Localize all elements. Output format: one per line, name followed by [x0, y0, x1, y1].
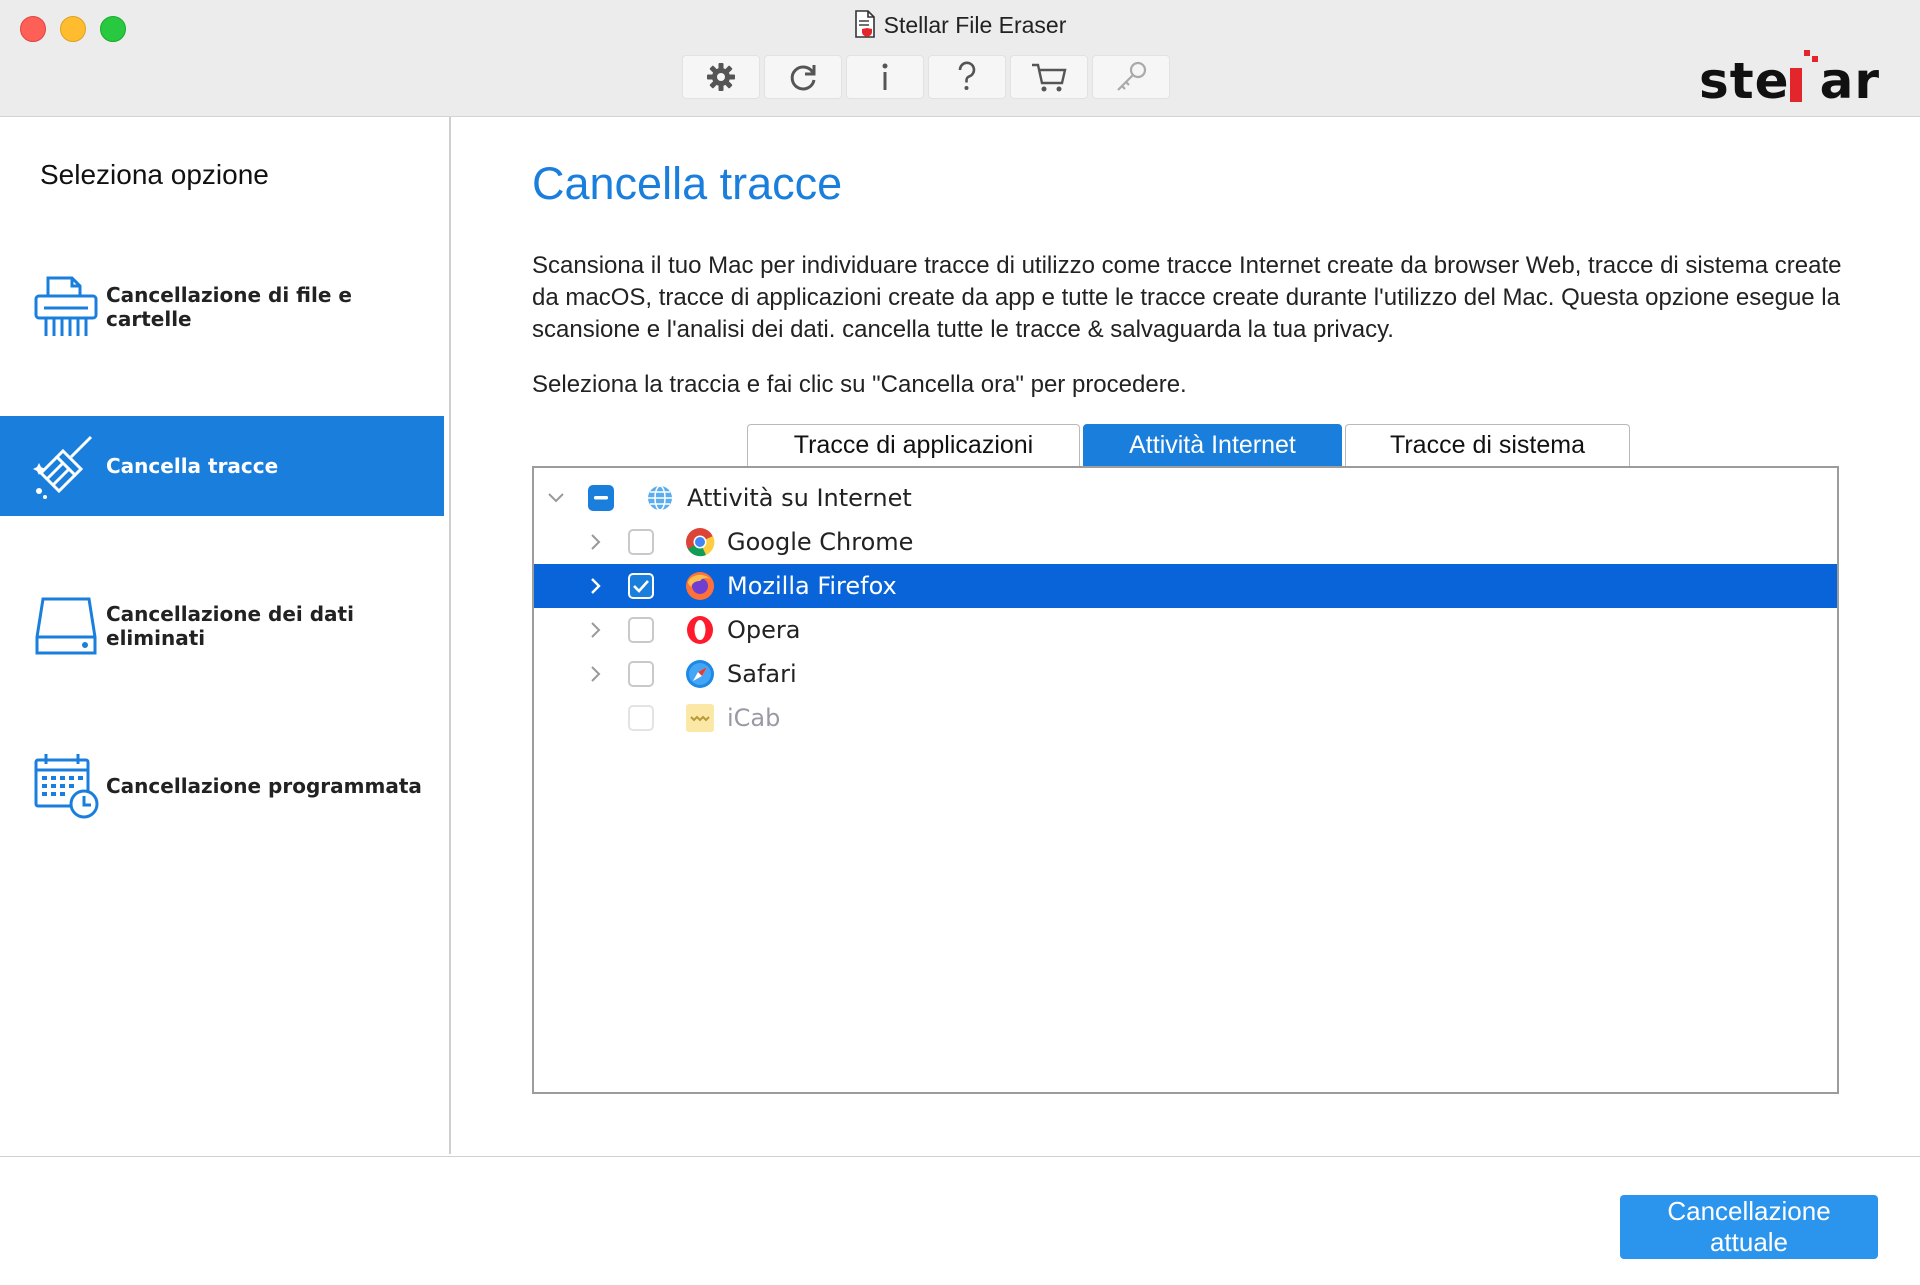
sidebar-item-erase-traces[interactable]: Cancella tracce: [0, 416, 444, 516]
activate-button[interactable]: [1092, 55, 1170, 99]
chrome-icon: [684, 526, 716, 558]
sidebar-item-scheduled[interactable]: Cancellazione programmata: [0, 736, 444, 836]
tree-row-chrome[interactable]: Google Chrome: [534, 520, 1837, 564]
tree-row-internet[interactable]: Attività su Internet: [534, 476, 1837, 520]
safari-icon: [684, 658, 716, 690]
tree-row-firefox[interactable]: Mozilla Firefox: [534, 564, 1837, 608]
broom-icon: [30, 430, 102, 502]
tab-system-traces[interactable]: Tracce di sistema: [1345, 424, 1630, 466]
toolbar: [682, 55, 1170, 99]
tree-row-label: Mozilla Firefox: [727, 572, 897, 600]
info-icon: [875, 60, 895, 94]
sidebar-title: Seleziona opzione: [40, 159, 269, 190]
help-button[interactable]: [928, 55, 1006, 99]
page-description: Scansiona il tuo Mac per individuare tra…: [532, 252, 1842, 343]
info-button[interactable]: [846, 55, 924, 99]
page-title: Cancella tracce: [532, 158, 843, 209]
shredder-icon: [30, 271, 102, 343]
checkbox-firefox[interactable]: [628, 573, 654, 599]
opera-icon: [684, 614, 716, 646]
checkbox-opera[interactable]: [628, 617, 654, 643]
tree-row-label: Google Chrome: [727, 528, 914, 556]
document-shield-icon: [854, 10, 876, 44]
tree-row-label: Safari: [727, 660, 797, 688]
sidebar-item-label: Cancellazione di file e cartelle: [106, 283, 352, 331]
key-icon: [1112, 60, 1150, 94]
tree-row-label: Opera: [727, 616, 801, 644]
trace-tree: Attività su Internet Google Chrome Mozil…: [532, 466, 1839, 1094]
settings-button[interactable]: [682, 55, 760, 99]
calendar-clock-icon: [30, 750, 102, 822]
chevron-down-icon[interactable]: [546, 488, 566, 508]
tree-row-opera[interactable]: Opera: [534, 608, 1837, 652]
sidebar: Seleziona opzione Cancellazione di file …: [0, 117, 451, 1154]
chevron-right-icon[interactable]: [586, 532, 606, 552]
chevron-right-icon[interactable]: [586, 620, 606, 640]
icab-icon: [684, 702, 716, 734]
instruction-text: Seleziona la traccia e fai clic su "Canc…: [532, 371, 1187, 398]
chevron-right-icon[interactable]: [586, 664, 606, 684]
globe-icon: [644, 482, 676, 514]
help-icon: [955, 60, 979, 94]
tree-row-icab: iCab: [534, 696, 1837, 740]
tree-row-safari[interactable]: Safari: [534, 652, 1837, 696]
sidebar-item-file-erasure[interactable]: Cancellazione di file e cartelle: [0, 257, 444, 357]
checkbox-internet[interactable]: [588, 485, 614, 511]
window-title: Stellar File Eraser: [0, 10, 1920, 44]
checkbox-safari[interactable]: [628, 661, 654, 687]
sidebar-item-label: Cancellazione dei dati eliminati: [106, 602, 354, 650]
chevron-right-icon[interactable]: [586, 576, 606, 596]
tab-internet-activity[interactable]: Attività Internet: [1083, 424, 1342, 466]
refresh-icon: [786, 60, 820, 94]
sidebar-item-deleted-data[interactable]: Cancellazione dei dati eliminati: [0, 576, 444, 676]
checkbox-chrome[interactable]: [628, 529, 654, 555]
trace-tabs: Tracce di applicazioni Attività Internet…: [747, 424, 1630, 466]
firefox-icon: [684, 570, 716, 602]
tab-application-traces[interactable]: Tracce di applicazioni: [747, 424, 1080, 466]
sidebar-item-label: Cancellazione programmata: [106, 774, 422, 798]
buy-button[interactable]: [1010, 55, 1088, 99]
checkbox-icab: [628, 705, 654, 731]
sidebar-item-label: Cancella tracce: [106, 454, 279, 478]
stellar-logo: ste ar: [1699, 50, 1880, 110]
drive-icon: [30, 590, 102, 662]
window-title-text: Stellar File Eraser: [883, 12, 1067, 38]
cart-icon: [1030, 60, 1068, 94]
gear-icon: [704, 60, 738, 94]
erase-now-button[interactable]: Cancellazione attuale: [1620, 1195, 1878, 1259]
tree-row-label: iCab: [727, 704, 781, 732]
footer-divider: [0, 1156, 1920, 1157]
tree-row-label: Attività su Internet: [687, 484, 912, 512]
title-bar: Stellar File Eraser ste ar: [0, 0, 1920, 117]
refresh-button[interactable]: [764, 55, 842, 99]
